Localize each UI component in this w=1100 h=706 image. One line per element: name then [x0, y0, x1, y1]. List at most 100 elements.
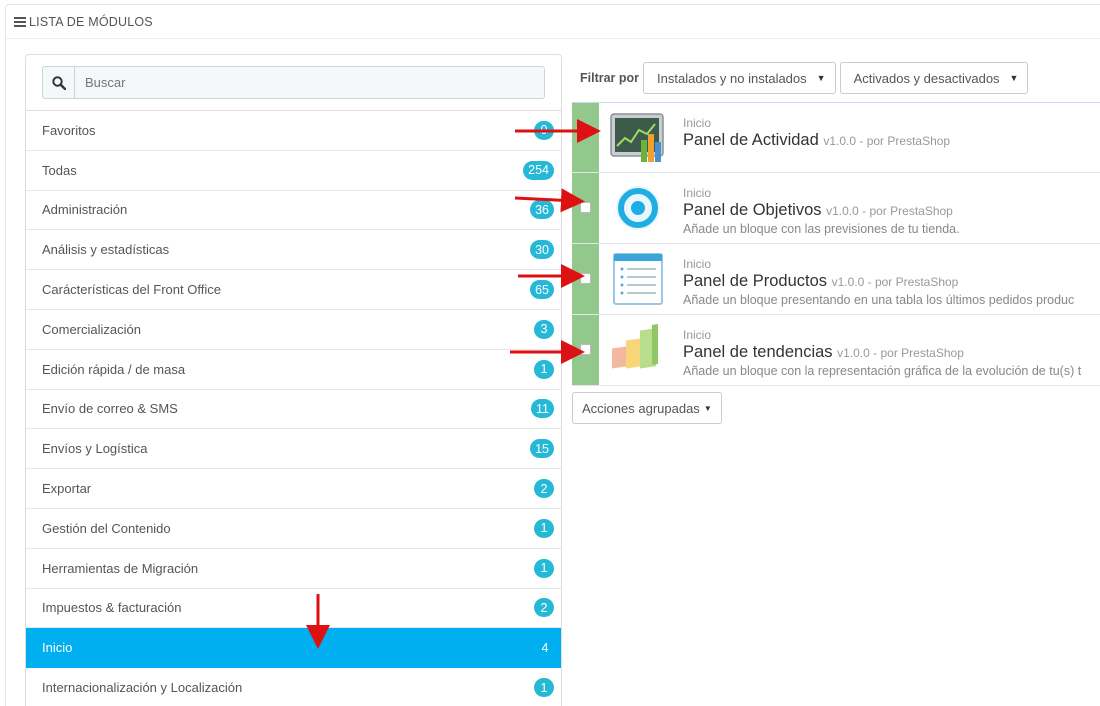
module-name: Panel de Objetivos	[683, 201, 822, 219]
category-item-todas[interactable]: Todas 254	[26, 151, 561, 191]
install-status-value: Instalados y no instalados	[657, 70, 807, 86]
module-status-strip	[572, 103, 599, 172]
category-count-badge: 30	[530, 240, 554, 260]
category-item-favoritos[interactable]: Favoritos 0	[26, 111, 561, 151]
category-count-badge: 2	[534, 479, 554, 499]
category-count-badge: 3	[534, 319, 554, 339]
module-name: Panel de Productos	[683, 272, 828, 290]
panel-title: LISTA DE MÓDULOS	[29, 14, 153, 29]
category-label: Comercialización	[42, 321, 141, 337]
category-count-badge: 0	[534, 120, 554, 140]
category-label: Administración	[42, 202, 128, 218]
category-sidebar: Favoritos 0 Todas 254 Administración 36 …	[25, 54, 562, 706]
module-checkbox[interactable]	[580, 202, 591, 213]
module-category: Inicio	[683, 257, 712, 271]
module-meta: v1.0.0 - por PrestaShop	[823, 134, 951, 148]
module-row: Inicio Panel de Productos v1.0.0 - por P…	[572, 244, 1100, 315]
module-meta: v1.0.0 - por PrestaShop	[831, 275, 959, 289]
module-info: Inicio Panel de Productos v1.0.0 - por P…	[677, 244, 1074, 314]
category-count-badge: 11	[531, 399, 554, 419]
module-row: Inicio Panel de tendencias v1.0.0 - por …	[572, 315, 1100, 386]
category-label: Exportar	[42, 481, 92, 497]
category-item-analisis[interactable]: Análisis y estadísticas 30	[26, 230, 561, 271]
category-item-inicio[interactable]: Inicio 4	[26, 628, 561, 669]
search-area	[26, 55, 561, 111]
module-meta: v1.0.0 - por PrestaShop	[826, 204, 953, 218]
category-count-badge: 1	[534, 558, 554, 578]
category-item-exportar[interactable]: Exportar 2	[26, 469, 561, 509]
category-item-edicion-rapida[interactable]: Edición rápida / de masa 1	[26, 350, 561, 390]
module-title[interactable]: Panel de Productos v1.0.0 - por PrestaSh…	[683, 271, 1074, 292]
target-icon	[599, 173, 677, 243]
activity-chart-icon	[599, 103, 677, 173]
module-row: Inicio Panel de Actividad v1.0.0 - por P…	[572, 102, 1100, 173]
module-description: Añade un bloque con las previsiones de t…	[683, 222, 960, 236]
category-count-badge: 2	[534, 598, 554, 618]
caret-down-icon: ▼	[816, 73, 826, 83]
module-info: Inicio Panel de tendencias v1.0.0 - por …	[677, 315, 1081, 385]
module-title[interactable]: Panel de Actividad v1.0.0 - por PrestaSh…	[683, 130, 950, 151]
category-count-badge: 1	[534, 678, 554, 698]
module-category: Inicio	[683, 328, 712, 342]
category-label: Todas	[42, 162, 77, 178]
category-count-badge: 65	[530, 280, 554, 300]
module-category: Inicio	[683, 186, 712, 200]
category-label: Impuestos & facturación	[42, 600, 182, 616]
category-item-administracion[interactable]: Administración 36	[26, 191, 561, 231]
category-label: Análisis y estadísticas	[42, 242, 170, 258]
category-label: Herramientas de Migración	[42, 560, 199, 576]
enabled-status-value: Activados y desactivados	[853, 70, 1000, 86]
category-count-badge: 4	[541, 640, 549, 655]
bulk-actions-button[interactable]: Acciones agrupadas ▼	[572, 392, 722, 424]
panel-heading: LISTA DE MÓDULOS	[6, 5, 1100, 39]
module-list: Inicio Panel de Actividad v1.0.0 - por P…	[572, 102, 1100, 386]
caret-down-icon: ▼	[703, 403, 712, 413]
module-name: Panel de Actividad	[683, 131, 819, 149]
category-label: Envíos y Logística	[42, 441, 148, 457]
category-count-badge: 36	[530, 200, 554, 220]
category-label: Gestión del Contenido	[42, 520, 171, 536]
module-checkbox[interactable]	[580, 344, 591, 355]
module-info: Inicio Panel de Actividad v1.0.0 - por P…	[677, 103, 950, 172]
category-item-comercializacion[interactable]: Comercialización 3	[26, 310, 561, 350]
enabled-status-select[interactable]: Activados y desactivados ▼	[839, 62, 1029, 94]
category-count-badge: 1	[534, 518, 554, 538]
search-input[interactable]	[75, 67, 475, 98]
category-item-migracion[interactable]: Herramientas de Migración 1	[26, 549, 561, 589]
category-label: Edición rápida / de masa	[42, 361, 186, 377]
module-description: Añade un bloque presentando en una tabla…	[683, 293, 1075, 307]
category-count-badge: 1	[534, 359, 554, 379]
category-item-impuestos[interactable]: Impuestos & facturación 2	[26, 589, 561, 629]
category-label: Favoritos	[42, 122, 96, 138]
category-label: Inicio	[42, 640, 73, 656]
category-label: Carácterísticas del Front Office	[42, 282, 221, 298]
category-item-front-office[interactable]: Carácterísticas del Front Office 65	[26, 270, 561, 310]
module-meta: v1.0.0 - por PrestaShop	[837, 346, 964, 360]
module-name: Panel de tendencias	[683, 343, 833, 361]
category-label: Internacionalización y Localización	[42, 680, 243, 696]
module-title[interactable]: Panel de Objetivos v1.0.0 - por PrestaSh…	[683, 200, 960, 221]
category-item-envios-logistica[interactable]: Envíos y Logística 15	[26, 429, 561, 470]
category-item-gestion-contenido[interactable]: Gestión del Contenido 1	[26, 509, 561, 549]
module-info: Inicio Panel de Objetivos v1.0.0 - por P…	[677, 173, 960, 243]
category-count-badge: 15	[530, 439, 554, 459]
install-status-select[interactable]: Instalados y no instalados ▼	[643, 62, 836, 94]
list-icon	[14, 16, 26, 27]
caret-down-icon: ▼	[1009, 73, 1019, 83]
module-checkbox[interactable]	[580, 273, 591, 284]
filter-bar: Filtrar por Instalados y no instalados ▼…	[580, 62, 1032, 94]
category-count-badge: 254	[523, 160, 554, 180]
filter-label: Filtrar por	[580, 71, 640, 85]
search-icon[interactable]	[43, 67, 75, 98]
module-title[interactable]: Panel de tendencias v1.0.0 - por PrestaS…	[683, 342, 1081, 363]
category-item-internacionalizacion[interactable]: Internacionalización y Localización 1	[26, 668, 561, 706]
list-document-icon	[599, 244, 677, 314]
bulk-actions-label: Acciones agrupadas	[582, 400, 700, 416]
module-row: Inicio Panel de Objetivos v1.0.0 - por P…	[572, 173, 1100, 244]
category-label: Envío de correo & SMS	[42, 401, 178, 417]
trend-bars-icon	[599, 315, 677, 385]
search-box	[42, 66, 545, 99]
module-category: Inicio	[683, 116, 712, 130]
category-item-envio-correo[interactable]: Envío de correo & SMS 11	[26, 390, 561, 430]
module-description: Añade un bloque con la representación gr…	[683, 364, 1082, 378]
